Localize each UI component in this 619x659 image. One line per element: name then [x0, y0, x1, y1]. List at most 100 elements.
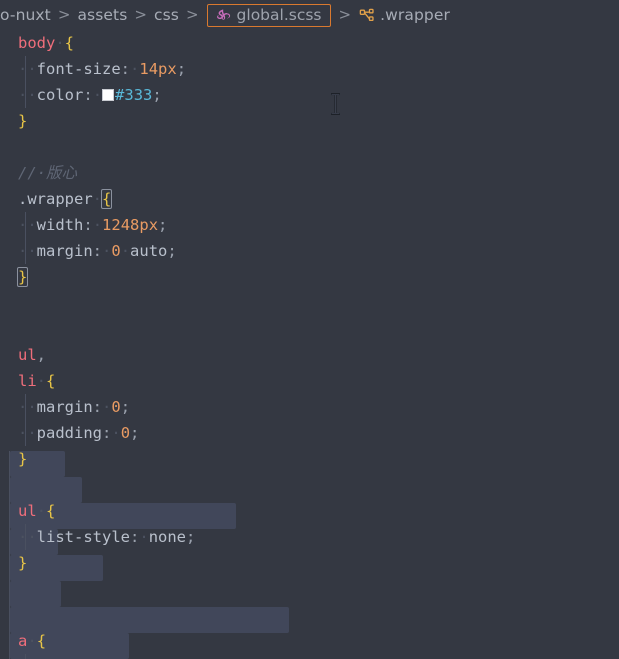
code-token-ws: ·	[92, 216, 103, 234]
code-editor-scss[interactable]: body·{··font-size:·14px; ··color:· #333;} /…	[0, 30, 619, 659]
code-token-ws: ·	[111, 424, 121, 442]
code-token-punc: :	[83, 86, 93, 104]
code-token-ws: ·	[130, 60, 140, 78]
code-token-num: 0	[111, 398, 121, 416]
code-token-sel: ul	[18, 346, 37, 364]
breadcrumb-item-assets[interactable]: assets	[77, 6, 127, 24]
code-line[interactable]: .wrapper·{	[0, 186, 619, 212]
code-line[interactable]: ul·{	[0, 498, 619, 524]
breadcrumb-item-folder-root[interactable]: o-nuxt	[0, 6, 51, 24]
indent-guide	[25, 82, 26, 108]
code-token-prop: margin	[36, 242, 93, 260]
code-token-punc: ;	[152, 86, 162, 104]
code-line[interactable]	[0, 602, 619, 628]
code-token-punc: :	[102, 424, 112, 442]
code-token-punc: ;	[186, 528, 196, 546]
code-token-punc: ;	[130, 424, 140, 442]
code-line[interactable]	[0, 290, 619, 316]
code-token-prop: color	[36, 86, 84, 104]
code-token-ws: ·	[36, 502, 47, 520]
code-token-punc: ;	[158, 216, 168, 234]
code-token-cmt: //·版心	[18, 164, 77, 182]
code-token-ws: ·	[27, 632, 37, 650]
indent-guide	[25, 394, 26, 420]
code-token-num: 1248px	[102, 216, 159, 234]
css-ruleset-icon	[358, 7, 377, 26]
breadcrumb-separator: >	[134, 5, 147, 24]
code-line[interactable]: li·{	[0, 368, 619, 394]
code-token-punc: :	[130, 528, 140, 546]
code-line[interactable]: //·版心	[0, 160, 619, 186]
code-line[interactable]	[0, 576, 619, 602]
code-line[interactable]: body·{	[0, 30, 619, 56]
code-token-ws: ·	[92, 86, 103, 104]
code-token-ws: ··	[18, 86, 37, 104]
code-token-ws: ·	[102, 242, 112, 260]
code-token-ws: ··	[18, 60, 37, 78]
code-line[interactable]: }	[0, 108, 619, 134]
code-line[interactable]: ··width:·1248px;	[0, 212, 619, 238]
code-token-sel: ul	[18, 502, 37, 520]
code-token-punc: ;	[120, 398, 131, 416]
code-lines[interactable]: body·{··font-size:·14px; ··color:· #333;} /…	[0, 30, 619, 659]
breadcrumb-item-wrapper-symbol[interactable]: .wrapper	[358, 6, 450, 25]
code-line[interactable]	[0, 472, 619, 498]
code-token-sel: a	[18, 632, 28, 650]
code-token-ws: ·	[92, 190, 102, 208]
code-token-brace: {	[46, 502, 56, 520]
code-token-ws: ··	[18, 424, 37, 442]
code-token-punc: ,	[36, 346, 47, 364]
breadcrumb-separator: >	[57, 5, 71, 24]
code-token-brace: {	[46, 372, 56, 390]
code-token-val: none	[148, 528, 187, 546]
inline-color-swatch[interactable]	[102, 89, 115, 101]
code-line[interactable]: }	[0, 550, 619, 576]
code-token-brace: {	[36, 632, 47, 650]
code-line[interactable]: ··font-size:·14px;	[0, 56, 619, 82]
code-token-brace: }	[18, 112, 28, 130]
code-line[interactable]: }	[0, 446, 619, 472]
code-token-prop: width	[36, 216, 84, 234]
code-line[interactable]: ··text-decoration:·none;	[0, 654, 619, 659]
code-token-val: auto	[130, 242, 168, 260]
code-token-ws: ··	[18, 216, 37, 234]
breadcrumb-item-global-scss[interactable]: global.scss	[206, 3, 331, 27]
code-token-ws: ·	[102, 398, 112, 416]
code-line[interactable]: ul,	[0, 342, 619, 368]
code-token-punc: :	[92, 242, 103, 260]
breadcrumb-separator: >	[338, 5, 352, 24]
code-token-hex: #333	[115, 86, 153, 104]
code-token-ws: ··	[18, 528, 37, 546]
breadcrumb[interactable]: o-nuxt > assets > css > global.scss > .w…	[0, 0, 619, 30]
code-line[interactable]	[0, 316, 619, 342]
code-line[interactable]: ··margin:·0·auto;	[0, 238, 619, 264]
code-token-brace-match: }	[16, 267, 29, 287]
code-token-punc: :	[120, 60, 131, 78]
code-token-prop: list-style	[36, 528, 130, 546]
indent-guide	[25, 524, 26, 550]
indent-guide	[25, 56, 26, 82]
code-token-punc: :	[83, 216, 93, 234]
code-line[interactable]: ··padding:·0;	[0, 420, 619, 446]
code-token-ws: ·	[55, 34, 65, 52]
code-line[interactable]: ··margin:·0;	[0, 394, 619, 420]
code-token-sel: li	[18, 372, 37, 390]
code-token-num: 0	[111, 242, 121, 260]
code-token-brace-match: {	[100, 189, 113, 209]
code-token-class: .wrapper	[18, 190, 93, 208]
code-token-ws: ··	[18, 242, 37, 260]
code-line[interactable]: a·{	[0, 628, 619, 654]
code-token-punc: :	[92, 398, 103, 416]
sass-file-icon	[212, 5, 232, 25]
code-token-prop: padding	[36, 424, 102, 442]
indent-guide	[25, 238, 26, 264]
breadcrumb-item-label: global.scss	[236, 6, 322, 24]
breadcrumb-item-css[interactable]: css	[154, 6, 179, 24]
code-token-brace: {	[64, 34, 75, 52]
code-line[interactable]: ··color:· #333;	[0, 82, 619, 108]
code-line[interactable]: ··list-style:·none;	[0, 524, 619, 550]
breadcrumb-item-label: .wrapper	[380, 6, 450, 24]
code-line[interactable]	[0, 134, 619, 160]
code-line[interactable]: }	[0, 264, 619, 290]
code-token-punc: ;	[167, 242, 177, 260]
